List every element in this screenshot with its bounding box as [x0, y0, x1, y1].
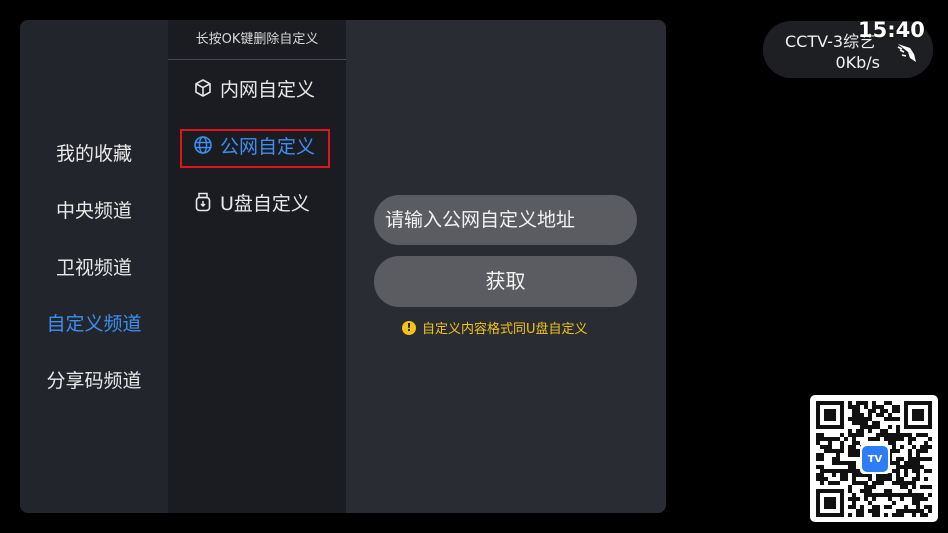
sub-menu-hint: 长按OK键删除自定义 — [195, 32, 319, 47]
network-speed: 0Kb/s — [835, 53, 880, 72]
get-button[interactable]: 获取 — [374, 256, 637, 307]
sub-item-label: 内网自定义 — [220, 78, 316, 101]
public-custom-url-input[interactable] — [374, 195, 637, 245]
focus-highlight — [180, 129, 330, 168]
rocket-icon — [894, 40, 920, 66]
sub-item-usb-custom[interactable]: U盘自定义 — [192, 187, 310, 217]
tv-screen: 我的收藏 中央频道 卫视频道 自定义频道 分享码频道 长按OK键删除自定义 内网… — [0, 0, 948, 533]
sub-menu-column: 长按OK键删除自定义 内网自定义 公网自定义 U盘自定义 — [168, 20, 346, 513]
format-note: ! 自定义内容格式同U盘自定义 — [402, 318, 588, 337]
category-custom[interactable]: 自定义频道 — [20, 312, 168, 336]
channel-menu-panel: 我的收藏 中央频道 卫视频道 自定义频道 分享码频道 长按OK键删除自定义 内网… — [20, 20, 666, 513]
sub-item-label: U盘自定义 — [220, 192, 310, 215]
warning-icon: ! — [402, 320, 416, 335]
cube-icon — [192, 77, 214, 99]
qr-code: TV — [810, 395, 938, 522]
sub-item-lan-custom[interactable]: 内网自定义 — [192, 73, 315, 103]
category-column: 我的收藏 中央频道 卫视频道 自定义频道 分享码频道 — [20, 20, 168, 513]
format-note-text: 自定义内容格式同U盘自定义 — [422, 322, 588, 337]
sub-menu-divider — [168, 59, 346, 60]
tv-app-logo-icon: TV — [860, 444, 890, 474]
category-cctv[interactable]: 中央频道 — [20, 199, 168, 223]
usb-drive-icon — [192, 191, 214, 213]
content-column: 获取 ! 自定义内容格式同U盘自定义 — [346, 20, 666, 513]
category-favorites[interactable]: 我的收藏 — [20, 142, 168, 166]
clock: 15:40 — [858, 18, 925, 42]
category-share-code[interactable]: 分享码频道 — [20, 369, 168, 393]
tv-app-logo-text: TV — [862, 446, 888, 472]
category-satellite[interactable]: 卫视频道 — [20, 256, 168, 280]
